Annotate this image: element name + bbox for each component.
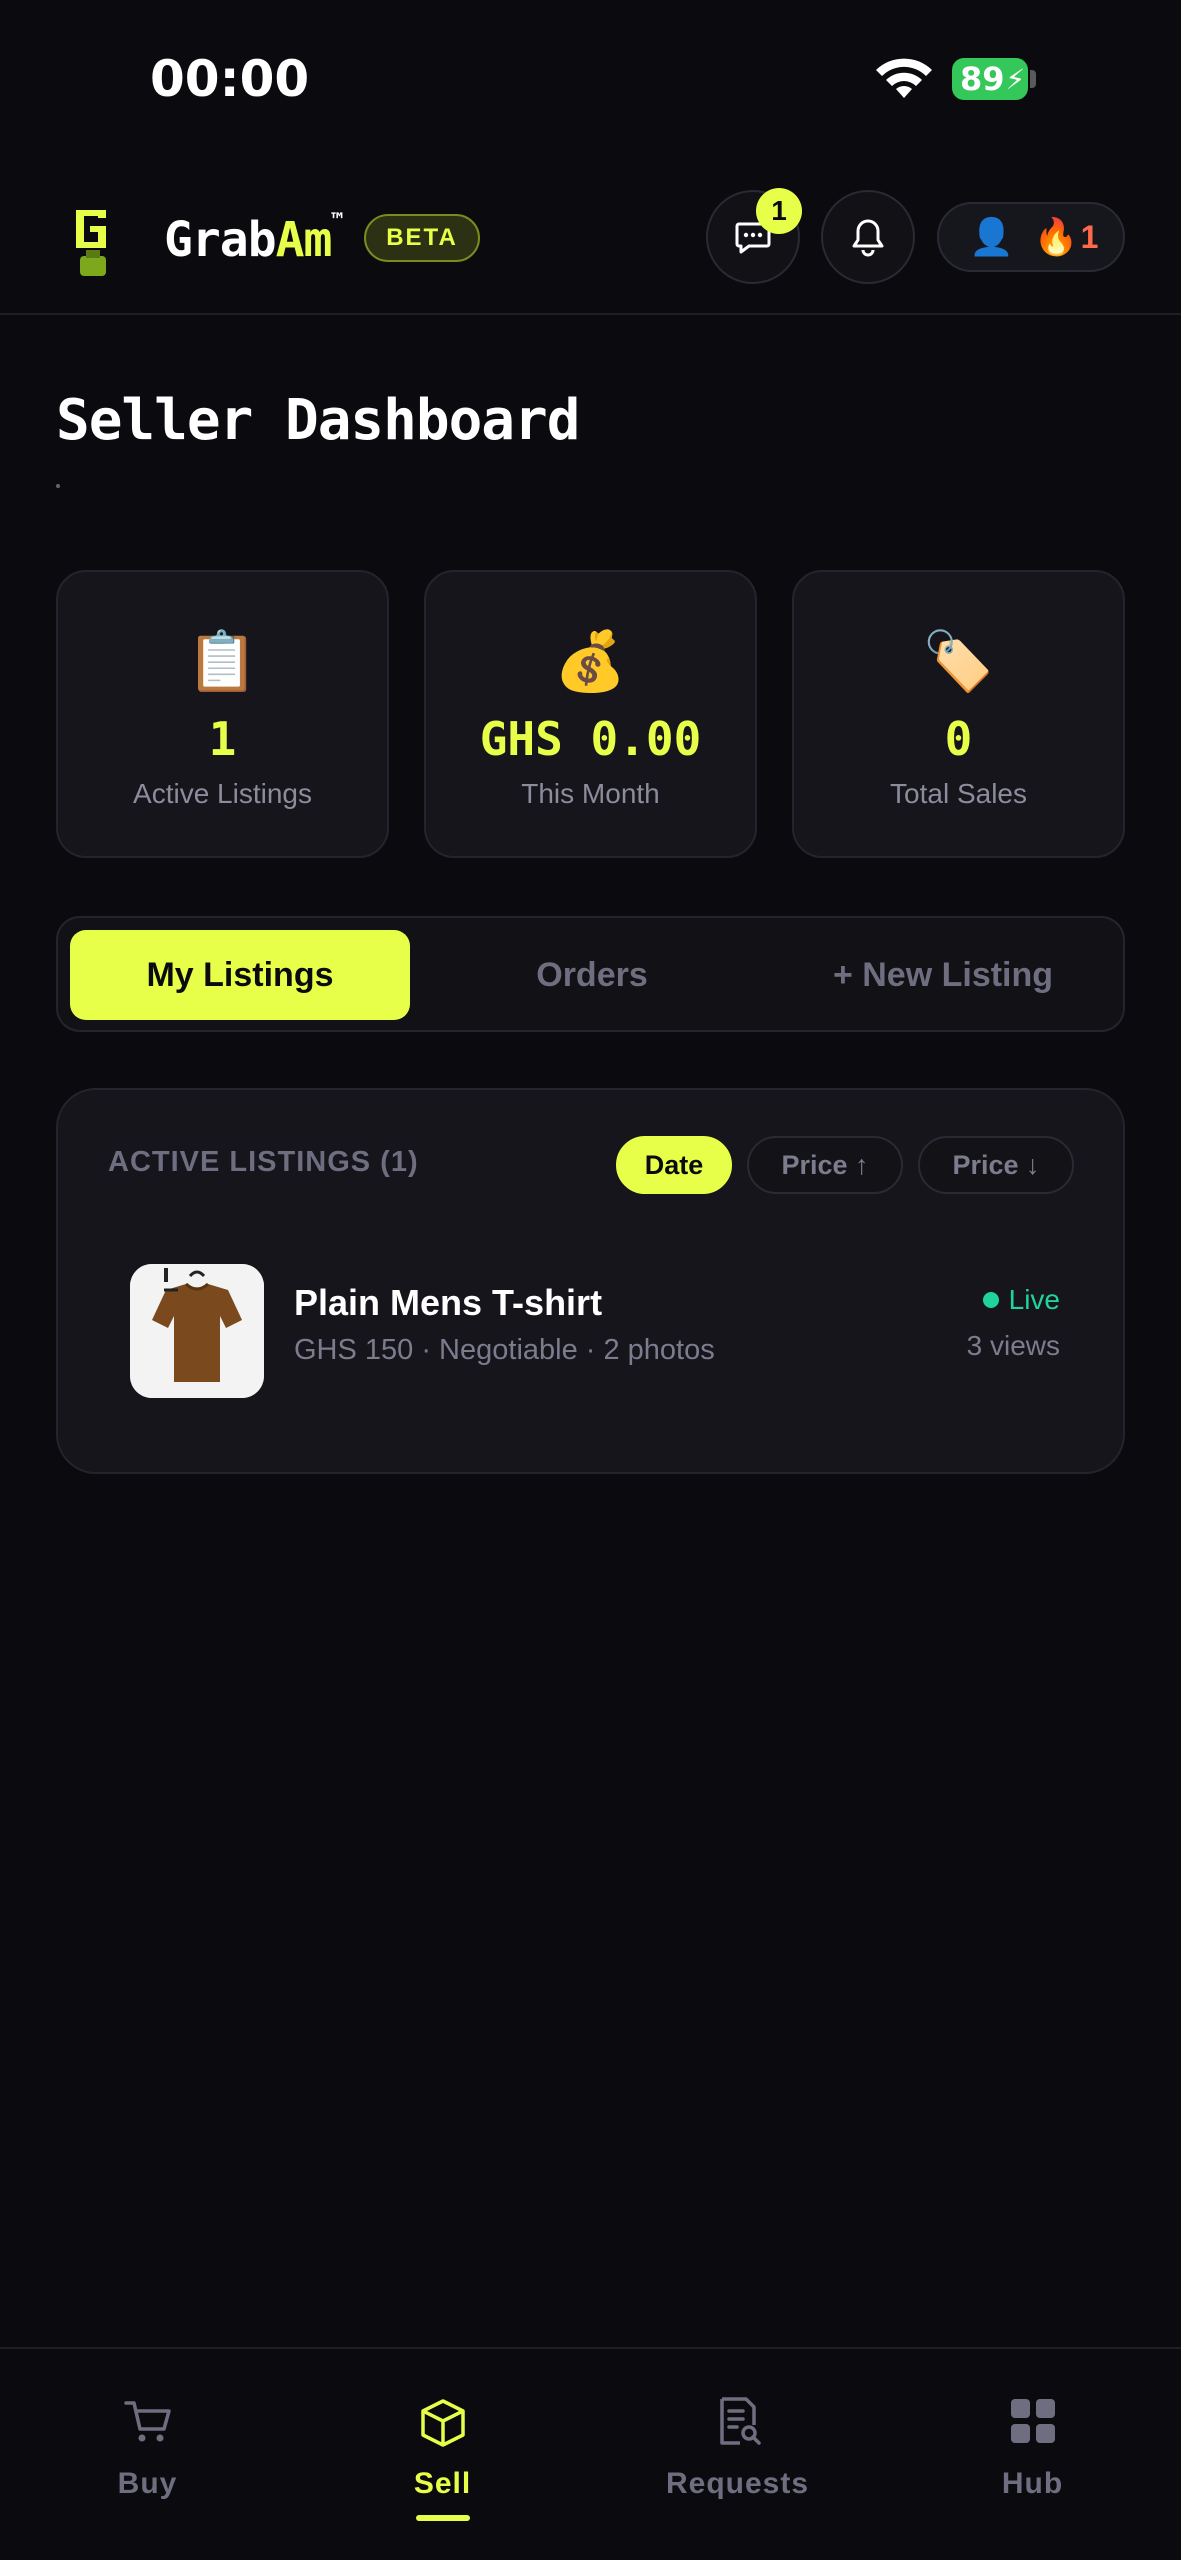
nav-sell[interactable]: Sell xyxy=(295,2349,590,2560)
trademark: ™ xyxy=(331,208,343,232)
listing-status-label: Live xyxy=(1008,1284,1060,1315)
nav-hub[interactable]: Hub xyxy=(885,2349,1180,2560)
nav-label: Buy xyxy=(117,2467,178,2500)
stat-value: 0 xyxy=(944,712,973,766)
streak: 🔥 1 xyxy=(1034,216,1099,258)
dashboard-tabs: My Listings Orders + New Listing xyxy=(56,916,1125,1032)
clipboard-icon: 📋 xyxy=(186,629,259,694)
tab-my-listings[interactable]: My Listings xyxy=(70,930,410,1020)
page-title: Seller Dashboard xyxy=(56,388,580,453)
listing-name: Plain Mens T-shirt xyxy=(294,1282,603,1323)
tab-new-listing[interactable]: + New Listing xyxy=(773,930,1113,1020)
box-icon xyxy=(420,2399,465,2447)
charging-icon: ⚡ xyxy=(1005,62,1026,96)
wifi-icon xyxy=(876,58,932,98)
listing-item[interactable]: Plain Mens T-shirt GHS 150 · Negotiable … xyxy=(130,1264,1060,1398)
stat-card-total-sales: 🏷️ 0 Total Sales xyxy=(792,570,1125,858)
tag-icon: 🏷️ xyxy=(922,629,995,694)
status-time: 00:00 xyxy=(150,50,310,108)
live-dot-icon xyxy=(982,1292,999,1308)
title-dot xyxy=(56,484,60,488)
active-listings-title: ACTIVE LISTINGS (1) xyxy=(108,1146,419,1178)
sort-price-desc-button[interactable]: Price ↓ xyxy=(918,1136,1074,1194)
battery-tip xyxy=(1030,70,1036,88)
brand-name: GrabAm™ xyxy=(164,208,343,268)
user-avatar-icon: 👤 xyxy=(969,216,1014,257)
tshirt-image xyxy=(130,1264,264,1398)
profile-button[interactable]: 👤 🔥 1 xyxy=(937,202,1125,272)
bottom-nav: Buy Sell Requests Hub xyxy=(0,2347,1181,2560)
money-bag-icon: 💰 xyxy=(554,629,627,694)
stat-card-active-listings: 📋 1 Active Listings xyxy=(56,570,389,858)
stat-label: Total Sales xyxy=(890,778,1027,809)
document-search-icon xyxy=(719,2397,761,2445)
listing-views: 3 views xyxy=(966,1330,1060,1361)
battery-level: 89 xyxy=(960,60,1005,98)
sort-price-asc-button[interactable]: Price ↑ xyxy=(747,1136,903,1194)
grid-icon xyxy=(1010,2399,1055,2443)
stat-label: This Month xyxy=(521,778,660,809)
bell-icon xyxy=(852,219,884,257)
status-bar: 00:00 89 ⚡ xyxy=(0,0,1181,160)
listing-meta: GHS 150 · Negotiable · 2 photos xyxy=(294,1334,715,1366)
streak-count: 1 xyxy=(1080,218,1099,255)
fire-icon: 🔥 xyxy=(1033,216,1079,257)
listing-status: Live xyxy=(982,1284,1060,1316)
sort-date-button[interactable]: Date xyxy=(616,1136,732,1194)
stat-value: 1 xyxy=(208,712,237,766)
brand-accent: Am xyxy=(275,212,333,268)
stat-card-this-month: 💰 GHS 0.00 This Month xyxy=(424,570,757,858)
beta-badge: BETA xyxy=(364,214,480,262)
active-tab-indicator xyxy=(415,2515,470,2521)
battery-indicator: 89 ⚡ xyxy=(952,58,1028,100)
stat-value: GHS 0.00 xyxy=(479,712,702,766)
nav-requests[interactable]: Requests xyxy=(590,2349,885,2560)
notifications-button[interactable] xyxy=(821,190,915,284)
nav-label: Requests xyxy=(665,2467,810,2500)
app-header: GrabAm™ BETA 1 👤 🔥 1 xyxy=(0,160,1181,315)
cart-icon xyxy=(123,2401,171,2442)
tab-orders[interactable]: Orders xyxy=(422,930,762,1020)
grabam-logo-icon xyxy=(72,204,114,276)
active-listings-panel: ACTIVE LISTINGS (1) Date Price ↑ Price ↓… xyxy=(56,1088,1125,1474)
stat-label: Active Listings xyxy=(133,778,312,809)
brand-prefix: Grab xyxy=(164,212,277,268)
nav-label: Hub xyxy=(1001,2467,1064,2500)
nav-label: Sell xyxy=(413,2467,472,2500)
messages-count-badge: 1 xyxy=(756,188,802,234)
nav-buy[interactable]: Buy xyxy=(0,2349,295,2560)
listing-thumbnail xyxy=(130,1264,264,1398)
